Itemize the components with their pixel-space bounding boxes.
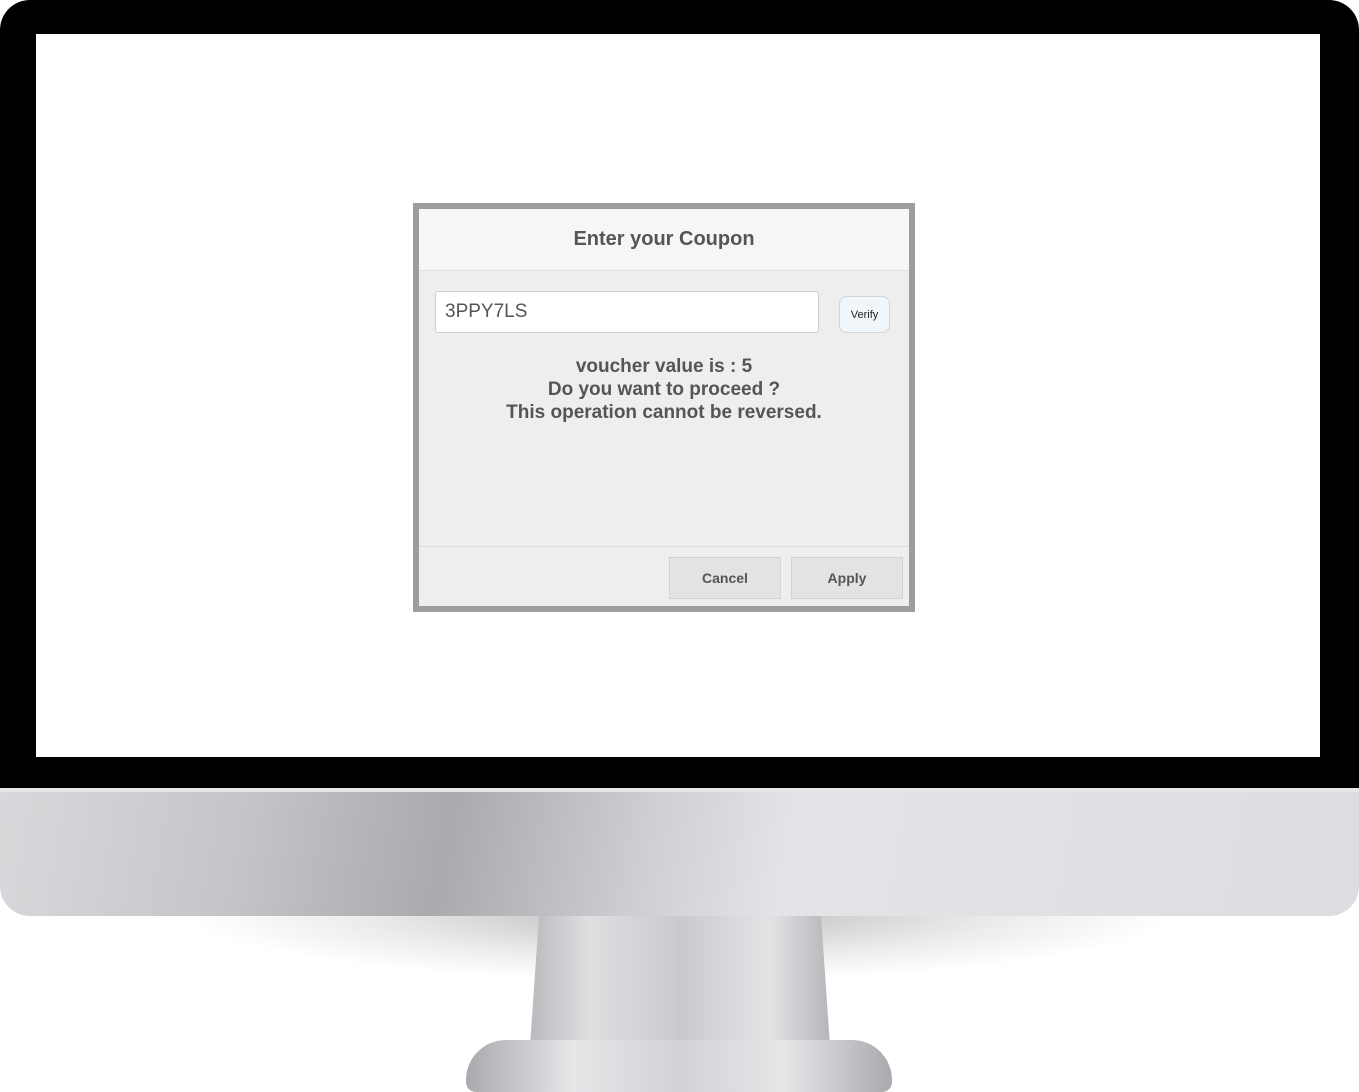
dialog-body: Verify voucher value is : 5 Do you want … <box>419 271 909 547</box>
coupon-dialog: Enter your Coupon Verify voucher value i… <box>413 203 915 612</box>
coupon-input[interactable] <box>435 291 819 333</box>
dialog-header: Enter your Coupon <box>419 209 909 271</box>
monitor-chin <box>0 788 1359 916</box>
dialog-title: Enter your Coupon <box>573 228 755 250</box>
verify-button[interactable]: Verify <box>839 296 890 333</box>
cancel-button[interactable]: Cancel <box>669 557 781 599</box>
proceed-question-text: Do you want to proceed ? <box>547 379 781 400</box>
confirmation-message: voucher value is : 5 Do you want to proc… <box>419 355 909 424</box>
irreversible-warning-text: This operation cannot be reversed. <box>506 402 822 423</box>
voucher-value-text: voucher value is : 5 <box>575 356 753 377</box>
monitor-base <box>466 1040 892 1092</box>
monitor-chin-edge <box>0 788 1359 792</box>
dialog-footer: Cancel Apply <box>419 547 909 606</box>
monitor-stand <box>530 916 830 1046</box>
apply-button[interactable]: Apply <box>791 557 903 599</box>
monitor-mockup: Enter your Coupon Verify voucher value i… <box>0 0 1359 1092</box>
